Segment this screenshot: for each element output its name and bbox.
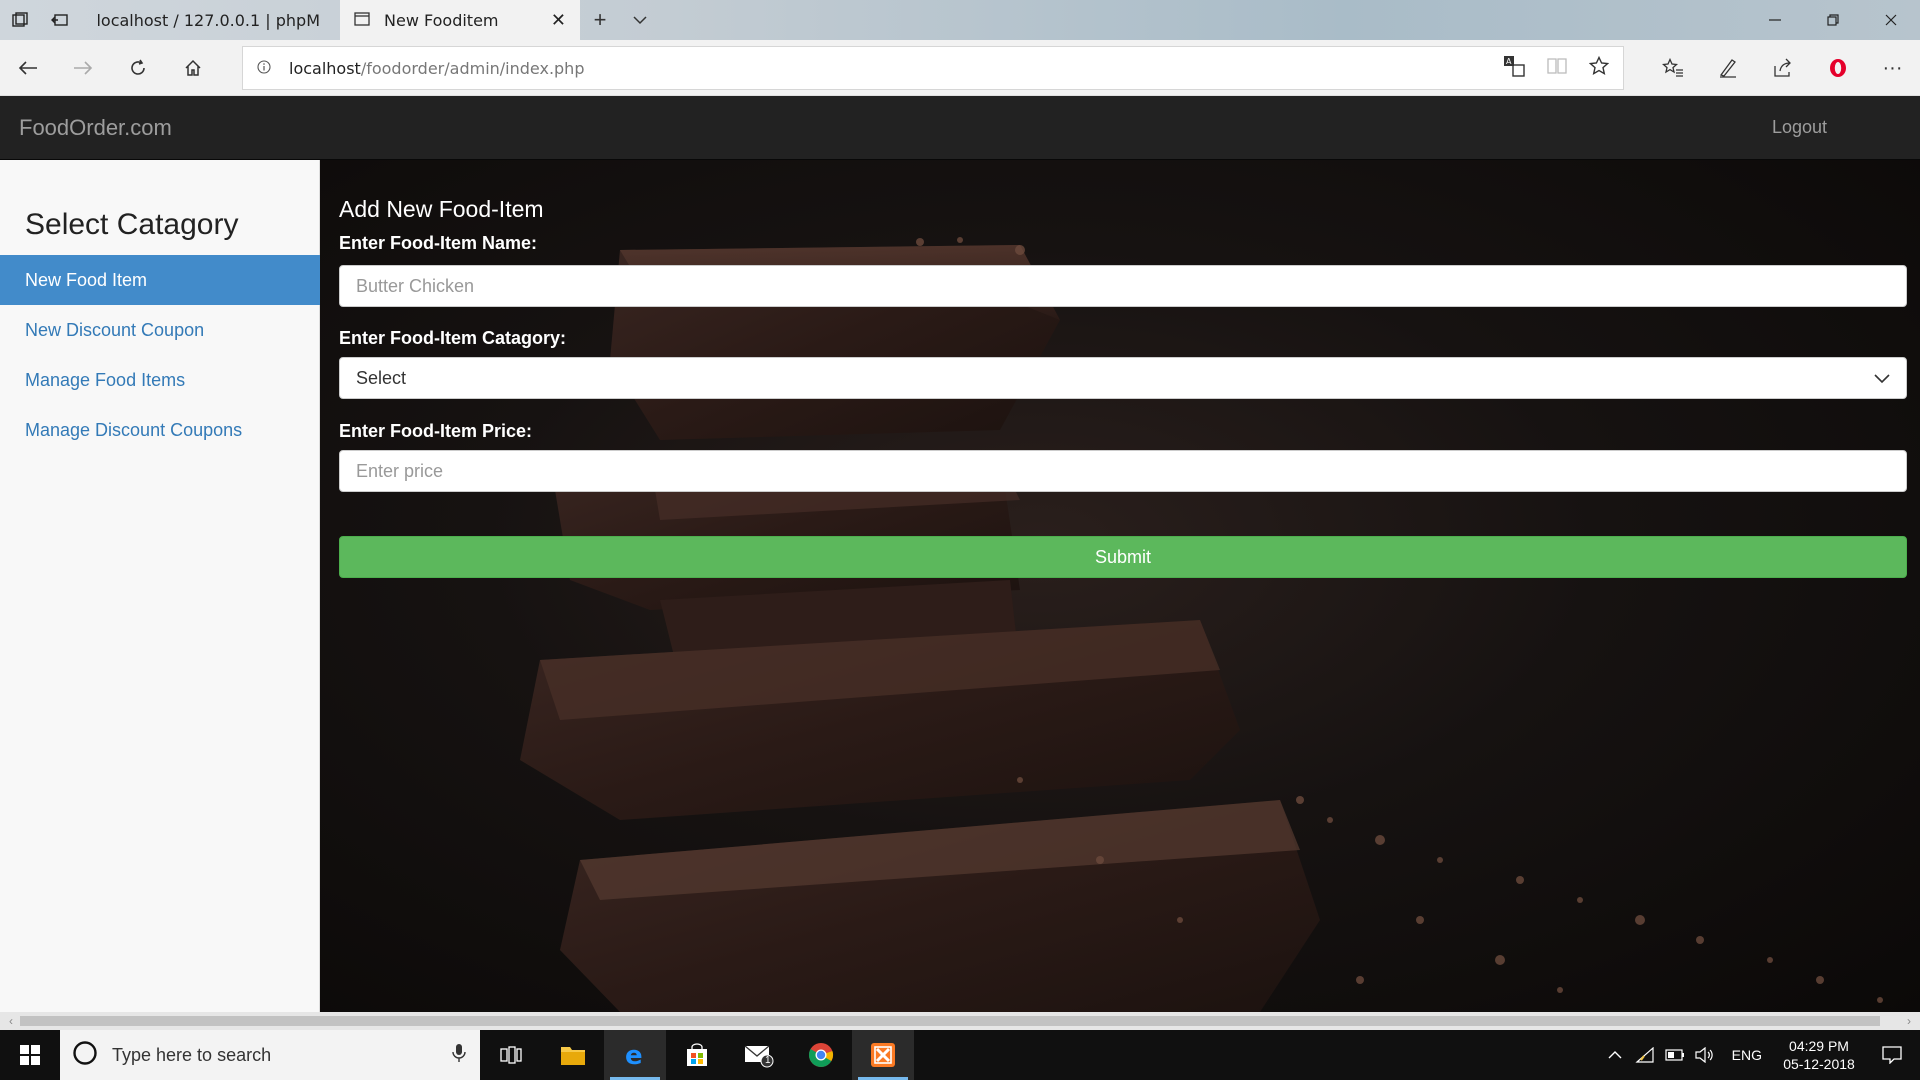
opera-extension-icon[interactable] <box>1810 58 1865 78</box>
restore-icon[interactable] <box>1804 0 1862 40</box>
close-window-icon[interactable] <box>1862 0 1920 40</box>
svg-text:e: e <box>625 1042 643 1068</box>
notification-icon[interactable] <box>1864 1046 1920 1064</box>
food-name-label: Enter Food-Item Name: <box>339 233 538 253</box>
close-tab-icon[interactable]: ✕ <box>551 10 566 31</box>
taskbar-search[interactable]: Type here to search <box>60 1030 480 1080</box>
taskbar-search-placeholder: Type here to search <box>112 1044 272 1065</box>
wifi-icon[interactable] <box>1630 1047 1660 1063</box>
windows-taskbar: Type here to search e 1 ENG 04:29 PM 05-… <box>0 1030 1920 1080</box>
chevron-down-icon[interactable] <box>620 0 660 40</box>
chrome-icon[interactable] <box>790 1030 852 1080</box>
url-path: /foodorder/admin/index.php <box>360 58 585 78</box>
clock[interactable]: 04:29 PM 05-12-2018 <box>1774 1037 1864 1073</box>
input-language[interactable]: ENG <box>1720 1047 1774 1063</box>
brand-link[interactable]: FoodOrder.com <box>19 115 172 141</box>
new-tab-icon[interactable]: + <box>580 0 620 40</box>
back-icon[interactable] <box>0 40 55 96</box>
food-category-select[interactable]: Select <box>339 357 1907 399</box>
food-category-label: Enter Food-Item Catagory: <box>339 328 567 348</box>
volume-icon[interactable] <box>1690 1047 1720 1063</box>
tab-label: New Fooditem <box>384 10 499 30</box>
tab-new-fooditem[interactable]: New Fooditem ✕ <box>340 0 580 40</box>
food-category-value: Select <box>356 367 407 388</box>
store-icon[interactable] <box>666 1030 728 1080</box>
svg-text:A: A <box>1506 57 1512 66</box>
clock-time: 04:29 PM <box>1789 1038 1849 1054</box>
scroll-left-icon[interactable]: ‹ <box>2 1012 20 1030</box>
xampp-icon[interactable] <box>852 1030 914 1080</box>
horizontal-scrollbar[interactable]: ‹ › <box>0 1012 1920 1030</box>
file-explorer-icon[interactable] <box>542 1030 604 1080</box>
cortana-icon <box>72 1040 98 1071</box>
url-host: localhost <box>289 58 361 78</box>
tab-phpmyadmin[interactable]: localhost / 127.0.0.1 | phpM <box>80 0 340 40</box>
forward-icon[interactable] <box>55 40 110 96</box>
favorites-hub-icon[interactable] <box>1645 58 1700 78</box>
mail-badge: 1 <box>765 1055 771 1066</box>
set-tabs-aside-icon[interactable] <box>40 0 80 40</box>
food-price-label: Enter Food-Item Price: <box>339 421 533 441</box>
page-icon <box>354 11 370 30</box>
browser-toolbar: localhost/foodorder/admin/index.php A ··… <box>0 40 1920 96</box>
form-title: Add New Food-Item <box>339 196 544 222</box>
site-navbar: FoodOrder.com Logout <box>0 96 1920 160</box>
minimize-icon[interactable] <box>1746 0 1804 40</box>
browser-tab-bar: localhost / 127.0.0.1 | phpM New Foodite… <box>0 0 1920 40</box>
scroll-right-icon[interactable]: › <box>1900 1012 1918 1030</box>
home-icon[interactable] <box>165 40 220 96</box>
share-icon[interactable] <box>1755 58 1810 78</box>
edge-browser-icon[interactable]: e <box>604 1030 666 1080</box>
mail-icon[interactable]: 1 <box>728 1030 790 1080</box>
scrollbar-thumb[interactable] <box>20 1016 1880 1026</box>
sidebar-item-new-discount-coupon[interactable]: New Discount Coupon <box>0 305 320 355</box>
sidebar-item-manage-discount-coupons[interactable]: Manage Discount Coupons <box>0 405 320 455</box>
food-name-input[interactable]: Butter Chicken <box>339 265 1907 307</box>
task-view-icon[interactable] <box>480 1030 542 1080</box>
food-price-input[interactable]: Enter price <box>339 450 1907 492</box>
address-bar[interactable]: localhost/foodorder/admin/index.php A <box>242 46 1624 90</box>
microphone-icon[interactable] <box>452 1043 480 1068</box>
chevron-up-icon[interactable] <box>1600 1050 1630 1060</box>
system-tray: ENG 04:29 PM 05-12-2018 <box>1600 1030 1920 1080</box>
windows-start-icon[interactable] <box>0 1030 60 1080</box>
clock-date: 05-12-2018 <box>1783 1056 1855 1072</box>
url-text: localhost/foodorder/admin/index.php <box>289 59 584 78</box>
sidebar-item-new-food-item[interactable]: New Food Item <box>0 255 320 305</box>
favorite-star-icon[interactable] <box>1588 55 1610 81</box>
logout-link[interactable]: Logout <box>1772 117 1827 138</box>
battery-icon[interactable] <box>1660 1049 1690 1061</box>
browser-tools: ··· <box>1645 40 1920 96</box>
sidebar-title: Select Catagory <box>25 208 239 241</box>
window-controls <box>1746 0 1920 40</box>
tab-actions-icon[interactable] <box>0 0 40 40</box>
more-menu-icon[interactable]: ··· <box>1865 57 1920 80</box>
translate-icon[interactable]: A <box>1503 55 1525 82</box>
sidebar-menu: New Food Item New Discount Coupon Manage… <box>0 255 320 455</box>
site-info-icon[interactable] <box>257 59 277 77</box>
pen-notes-icon[interactable] <box>1700 58 1755 78</box>
chevron-down-icon <box>1874 368 1890 389</box>
submit-button[interactable]: Submit <box>339 536 1907 578</box>
reading-view-icon[interactable] <box>1547 57 1567 80</box>
refresh-icon[interactable] <box>110 40 165 96</box>
tab-label: localhost / 127.0.0.1 | phpM <box>96 10 320 30</box>
sidebar-item-manage-food-items[interactable]: Manage Food Items <box>0 355 320 405</box>
main-content: Add New Food-Item Enter Food-Item Name: … <box>320 160 1920 1012</box>
sidebar: Select Catagory New Food Item New Discou… <box>0 160 320 1012</box>
